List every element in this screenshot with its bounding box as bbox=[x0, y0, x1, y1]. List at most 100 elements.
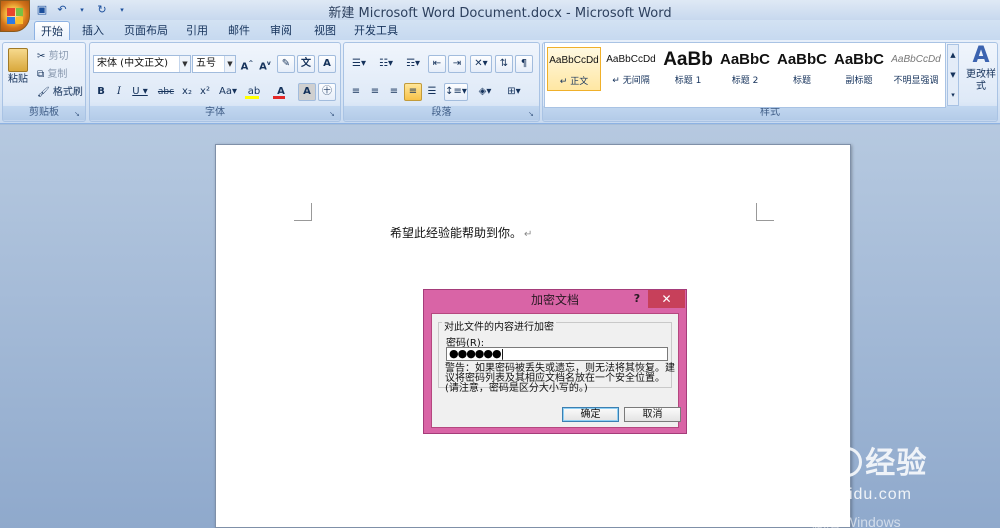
borders-icon[interactable]: ⊞▾ bbox=[501, 83, 527, 101]
align-left-icon[interactable]: ≡ bbox=[347, 83, 365, 101]
change-case-icon[interactable]: Aa▾ bbox=[216, 83, 240, 101]
tab-page-layout[interactable]: 页面布局 bbox=[118, 21, 174, 40]
ribbon-tabs: 开始 插入 页面布局 引用 邮件 审阅 视图 开发工具 bbox=[0, 20, 1000, 40]
subscript-icon[interactable]: x₂ bbox=[179, 83, 195, 101]
dialog-body: 对此文件的内容进行加密 密码(R): ●●●●●●| 警告：如果密码被丢失或遗忘… bbox=[431, 313, 681, 428]
fieldset-legend: 对此文件的内容进行加密 bbox=[442, 318, 556, 333]
encrypt-document-dialog: 加密文档 ? ✕ 对此文件的内容进行加密 密码(R): ●●●●●●| 警告：如… bbox=[423, 289, 687, 434]
highlight-color-swatch bbox=[245, 96, 259, 99]
style-normal[interactable]: AaBbCcDd ↵ 正文 bbox=[547, 47, 601, 91]
format-painter-button[interactable]: 🖌 格式刷 bbox=[37, 83, 83, 98]
shrink-font-icon[interactable]: Av bbox=[257, 55, 273, 73]
help-icon[interactable]: ? bbox=[629, 291, 645, 307]
change-styles-label: 更改样式 bbox=[966, 69, 996, 92]
tab-mailings[interactable]: 邮件 bbox=[224, 21, 254, 40]
copy-button[interactable]: ⧉ 复制 bbox=[37, 65, 67, 80]
highlight-icon[interactable]: ab bbox=[242, 83, 266, 101]
password-input[interactable]: ●●●●●●| bbox=[446, 347, 668, 361]
underline-icon[interactable]: U ▾ bbox=[129, 83, 151, 101]
style-heading-1[interactable]: AaBb 标题 1 bbox=[661, 47, 715, 91]
dialog-launcher-icon[interactable]: ↘ bbox=[74, 110, 83, 119]
style-heading-2[interactable]: AaBbC 标题 2 bbox=[718, 47, 772, 91]
paragraph-mark: ↵ bbox=[524, 229, 533, 240]
bullets-icon[interactable]: ☰▾ bbox=[347, 55, 371, 73]
justify-icon[interactable]: ≡ bbox=[404, 83, 422, 101]
style-name: 标题 bbox=[792, 76, 811, 86]
close-icon[interactable]: ✕ bbox=[648, 290, 685, 308]
style-no-spacing[interactable]: AaBbCcDd ↵ 无间隔 bbox=[604, 47, 658, 91]
jingyan-url-watermark: jingyan.baidu.com bbox=[766, 486, 912, 503]
styles-gallery: AaBbCcDd ↵ 正文 AaBbCcDd ↵ 无间隔 AaBb 标题 1 A… bbox=[544, 42, 946, 108]
font-color-swatch bbox=[273, 96, 285, 99]
font-name-combo[interactable]: 宋体 (中文正文) ▼ bbox=[93, 55, 191, 73]
cut-button[interactable]: ✂ 剪切 bbox=[37, 47, 69, 62]
style-subtitle[interactable]: AaBbC 副标题 bbox=[832, 47, 886, 91]
style-sample: AaBbC bbox=[833, 51, 884, 68]
tab-references[interactable]: 引用 bbox=[182, 21, 212, 40]
strikethrough-icon[interactable]: abc bbox=[155, 83, 177, 101]
tab-home[interactable]: 开始 bbox=[34, 21, 70, 40]
font-name-value: 宋体 (中文正文) bbox=[97, 58, 168, 69]
clear-format-icon[interactable]: ✎ bbox=[277, 55, 295, 73]
style-name: 不明显强调 bbox=[893, 76, 939, 86]
font-size-combo[interactable]: 五号 ▼ bbox=[192, 55, 236, 73]
style-name: 副标题 bbox=[845, 76, 873, 86]
tab-insert[interactable]: 插入 bbox=[76, 21, 110, 40]
font-size-value: 五号 bbox=[196, 58, 216, 69]
style-name: 标题 1 bbox=[674, 76, 702, 86]
align-right-icon[interactable]: ≡ bbox=[385, 83, 403, 101]
style-sample: AaBbCcDd bbox=[549, 55, 599, 66]
bold-icon[interactable]: B bbox=[93, 83, 109, 101]
gallery-scroll-icon[interactable]: ▲ ▼ ▾ bbox=[947, 44, 959, 106]
paw-icon bbox=[832, 447, 863, 478]
increase-indent-icon[interactable]: ⇥ bbox=[448, 55, 466, 73]
style-title[interactable]: AaBbC 标题 bbox=[775, 47, 829, 91]
tab-view[interactable]: 视图 bbox=[310, 21, 340, 40]
style-sample: AaBbC bbox=[719, 51, 770, 68]
tab-review[interactable]: 审阅 bbox=[266, 21, 296, 40]
dialog-launcher-icon[interactable]: ↘ bbox=[329, 110, 338, 119]
sort-icon[interactable]: ⇅ bbox=[495, 55, 513, 73]
margin-corner-top-left bbox=[294, 203, 312, 221]
ok-button[interactable]: 确定 bbox=[562, 407, 619, 422]
superscript-icon[interactable]: x² bbox=[197, 83, 213, 101]
copy-label: 复制 bbox=[47, 69, 68, 80]
cut-label: 剪切 bbox=[48, 51, 69, 62]
tab-developer[interactable]: 开发工具 bbox=[352, 21, 400, 40]
multilevel-list-icon[interactable]: ☶▾ bbox=[401, 55, 425, 73]
char-border-icon[interactable]: A bbox=[318, 55, 336, 73]
phonetic-guide-icon[interactable]: 文 bbox=[297, 55, 315, 73]
cancel-button[interactable]: 取消 bbox=[624, 407, 681, 422]
style-name: ↵ 无间隔 bbox=[612, 76, 650, 86]
distributed-icon[interactable]: ☰ bbox=[423, 83, 441, 101]
document-text[interactable]: 希望此经验能帮助到你。 ↵ bbox=[390, 224, 532, 241]
clipboard-group-label: 剪贴板 bbox=[3, 106, 85, 120]
align-center-icon[interactable]: ≡ bbox=[366, 83, 384, 101]
dialog-launcher-icon[interactable]: ↘ bbox=[528, 110, 537, 119]
decrease-indent-icon[interactable]: ⇤ bbox=[428, 55, 446, 73]
style-sample: AaBbC bbox=[776, 51, 827, 68]
scissors-icon: ✂ bbox=[37, 51, 49, 62]
enclose-char-icon[interactable]: ㊉ bbox=[318, 83, 336, 101]
italic-icon[interactable]: I bbox=[111, 83, 127, 101]
asian-layout-icon[interactable]: ✕▾ bbox=[470, 55, 492, 73]
style-subtle-emphasis[interactable]: AaBbCcDd 不明显强调 bbox=[889, 47, 943, 91]
shading-icon[interactable]: ◈▾ bbox=[472, 83, 498, 101]
numbering-icon[interactable]: ☷▾ bbox=[374, 55, 398, 73]
grow-font-icon[interactable]: A^ bbox=[239, 55, 255, 73]
change-styles-button[interactable]: A 更改样式 bbox=[962, 42, 1000, 106]
line-spacing-icon[interactable]: ↕≡▾ bbox=[444, 83, 468, 101]
style-sample: AaBbCcDd bbox=[891, 54, 941, 65]
style-sample: AaBb bbox=[663, 49, 713, 70]
warning-text: 警告：如果密码被丢失或遗忘，则无法将其恢复。建议将密码列表及其相应文档名放在一个… bbox=[445, 363, 675, 394]
paste-button[interactable]: 粘贴 bbox=[5, 45, 31, 95]
change-styles-icon: A bbox=[972, 43, 990, 68]
char-shading-icon[interactable]: A bbox=[298, 83, 316, 101]
show-marks-icon[interactable]: ¶ bbox=[515, 55, 533, 73]
font-color-icon[interactable]: A bbox=[269, 83, 293, 101]
office-logo-icon bbox=[7, 8, 23, 24]
style-name: 标题 2 bbox=[731, 76, 759, 86]
chevron-down-icon: ▼ bbox=[179, 56, 190, 72]
dialog-title: 加密文档 bbox=[530, 293, 579, 307]
title-bar: ▣ ↶ ▾ ↻ ▾ 新建 Microsoft Word Document.doc… bbox=[0, 0, 1000, 32]
